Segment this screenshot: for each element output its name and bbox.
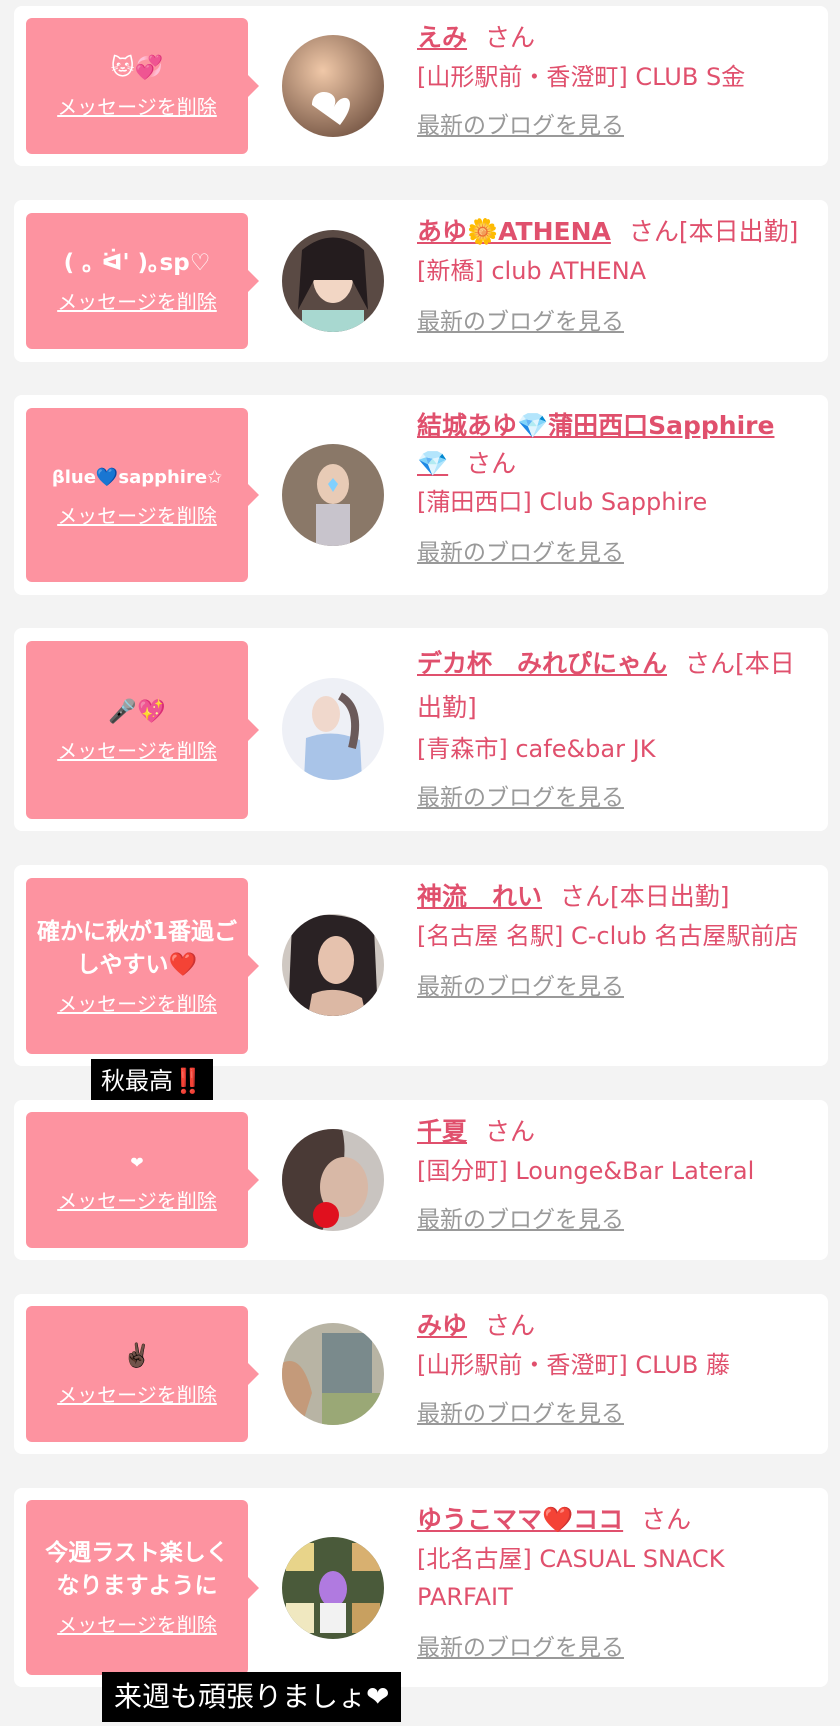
shop-name: [蒲田西口] Club Sapphire [417, 488, 708, 516]
avatar[interactable] [282, 35, 384, 137]
message-card: ( ｡ ᐛ' )｡sp♡ メッセージを削除 あゆ🌼ATHENA さん[本日出勤] … [14, 200, 828, 362]
message-text: ❤ [130, 1153, 144, 1172]
delete-message-link[interactable]: メッセージを削除 [57, 1379, 217, 1408]
message-card: 🐱💞 メッセージを削除 えみ さん [山形駅前・香澄町] CLUB S金 最新のブ… [14, 6, 828, 166]
member-name-link[interactable]: みゆ [417, 1311, 467, 1340]
shop-name: [名古屋 名駅] C-club 名古屋駅前店 [417, 922, 799, 950]
member-info: みゆ さん [山形駅前・香澄町] CLUB 藤 最新のブログを見る [417, 1306, 814, 1428]
message-card: ✌🏿 メッセージを削除 みゆ さん [山形駅前・香澄町] CLUB 藤 最新のブロ… [14, 1294, 828, 1454]
shop-name: [山形駅前・香澄町] CLUB 藤 [417, 1351, 730, 1379]
honorific: さん [641, 1505, 692, 1534]
shop-name: [山形駅前・香澄町] CLUB S金 [417, 63, 746, 91]
message-text: βlue💙sapphire✩ [51, 467, 223, 488]
honorific: さん [685, 649, 736, 678]
message-bubble: βlue💙sapphire✩ メッセージを削除 [26, 408, 259, 582]
avatar[interactable] [282, 444, 384, 546]
honorific: さん [628, 217, 679, 246]
avatar[interactable] [282, 914, 384, 1016]
delete-message-link[interactable]: メッセージを削除 [57, 735, 217, 764]
honorific: さん [560, 882, 611, 911]
delete-message-link[interactable]: メッセージを削除 [57, 1609, 217, 1638]
view-blog-link[interactable]: 最新のブログを見る [417, 302, 624, 336]
delete-message-link[interactable]: メッセージを削除 [57, 988, 217, 1017]
member-name-link[interactable]: えみ [417, 23, 467, 52]
honorific: さん [485, 23, 536, 52]
delete-message-link[interactable]: メッセージを削除 [57, 286, 217, 315]
view-blog-link[interactable]: 最新のブログを見る [417, 967, 624, 1001]
delete-message-link[interactable]: メッセージを削除 [57, 500, 217, 529]
story-caption: 秋最高‼️ [91, 1059, 213, 1103]
member-info: デカ杯 みれぴにゃん さん[本日出勤] [青森市] cafe&bar JK 最新の… [417, 642, 814, 812]
shop-name: [新橋] club ATHENA [417, 257, 647, 285]
shop-name: [北名古屋] CASUAL SNACK PARFAIT [417, 1545, 725, 1611]
message-card: 🎤💖 メッセージを削除 デカ杯 みれぴにゃん さん[本日出勤] [青森市] caf… [14, 628, 828, 831]
member-name-link[interactable]: ゆうこママ❤️ココ [417, 1505, 623, 1534]
message-card: ❤ メッセージを削除 千夏 さん [国分町] Lounge&Bar Lateral… [14, 1100, 828, 1260]
message-bubble: 確かに秋が1番過ごしやすい❤️ メッセージを削除 [26, 878, 259, 1054]
member-name-link[interactable]: デカ杯 みれぴにゃん [417, 649, 667, 678]
avatar[interactable] [282, 1129, 384, 1231]
message-card: βlue💙sapphire✩ メッセージを削除 結城あゆ💎蒲田西口Sapphir… [14, 395, 828, 595]
message-card: 確かに秋が1番過ごしやすい❤️ メッセージを削除 神流 れい さん[本日出勤] [… [14, 865, 828, 1066]
view-blog-link[interactable]: 最新のブログを見る [417, 1200, 624, 1234]
shop-name: [青森市] cafe&bar JK [417, 735, 656, 763]
honorific: さん [466, 449, 517, 478]
message-bubble: ( ｡ ᐛ' )｡sp♡ メッセージを削除 [26, 213, 259, 349]
message-bubble: ❤ メッセージを削除 [26, 1112, 259, 1248]
message-text: 🐱💞 [110, 55, 164, 81]
message-bubble: 🎤💖 メッセージを削除 [26, 641, 259, 819]
message-text: 🎤💖 [108, 699, 166, 725]
view-blog-link[interactable]: 最新のブログを見る [417, 778, 624, 812]
member-info: ゆうこママ❤️ココ さん [北名古屋] CASUAL SNACK PARFAIT … [417, 1500, 814, 1662]
honorific: さん [485, 1117, 536, 1146]
message-text: 確かに秋が1番過ごしやすい❤️ [36, 918, 237, 978]
delete-message-link[interactable]: メッセージを削除 [57, 1185, 217, 1214]
member-info: あゆ🌼ATHENA さん[本日出勤] [新橋] club ATHENA 最新のブロ… [417, 212, 814, 336]
view-blog-link[interactable]: 最新のブログを見る [417, 1394, 624, 1428]
avatar[interactable] [282, 678, 384, 780]
member-info: 結城あゆ💎蒲田西口Sapphire 💎 さん [蒲田西口] Club Sapphi… [417, 407, 814, 567]
avatar[interactable] [282, 230, 384, 332]
view-blog-link[interactable]: 最新のブログを見る [417, 106, 624, 140]
delete-message-link[interactable]: メッセージを削除 [57, 91, 217, 120]
avatar[interactable] [282, 1323, 384, 1425]
story-caption: 来週も頑張りましょ❤ [102, 1672, 402, 1722]
member-name-link[interactable]: あゆ🌼ATHENA [417, 217, 611, 246]
message-text: 今週ラスト楽しくなりますように [45, 1540, 229, 1599]
avatar[interactable] [282, 1537, 384, 1639]
view-blog-link[interactable]: 最新のブログを見る [417, 533, 624, 567]
shop-name: [国分町] Lounge&Bar Lateral [417, 1157, 755, 1185]
message-bubble: 今週ラスト楽しくなりますように メッセージを削除 [26, 1500, 259, 1675]
member-info: 神流 れい さん[本日出勤] [名古屋 名駅] C-club 名古屋駅前店 最新の… [417, 877, 814, 1001]
message-card: 今週ラスト楽しくなりますように メッセージを削除 ゆうこママ❤️ココ さん [北名… [14, 1488, 828, 1687]
member-name-link[interactable]: 神流 れい [417, 882, 542, 911]
status-suffix: [本日出勤] [678, 217, 799, 246]
message-bubble: 🐱💞 メッセージを削除 [26, 18, 259, 154]
status-suffix: [本日出勤] [610, 882, 730, 911]
member-info: 千夏 さん [国分町] Lounge&Bar Lateral 最新のブログを見る [417, 1112, 814, 1234]
message-text: ( ｡ ᐛ' )｡sp♡ [63, 250, 211, 276]
message-bubble: ✌🏿 メッセージを削除 [26, 1306, 259, 1442]
view-blog-link[interactable]: 最新のブログを見る [417, 1628, 624, 1662]
member-info: えみ さん [山形駅前・香澄町] CLUB S金 最新のブログを見る [417, 18, 814, 140]
honorific: さん [485, 1311, 536, 1340]
message-text: ✌🏿 [122, 1343, 152, 1369]
member-name-link[interactable]: 千夏 [417, 1117, 467, 1146]
